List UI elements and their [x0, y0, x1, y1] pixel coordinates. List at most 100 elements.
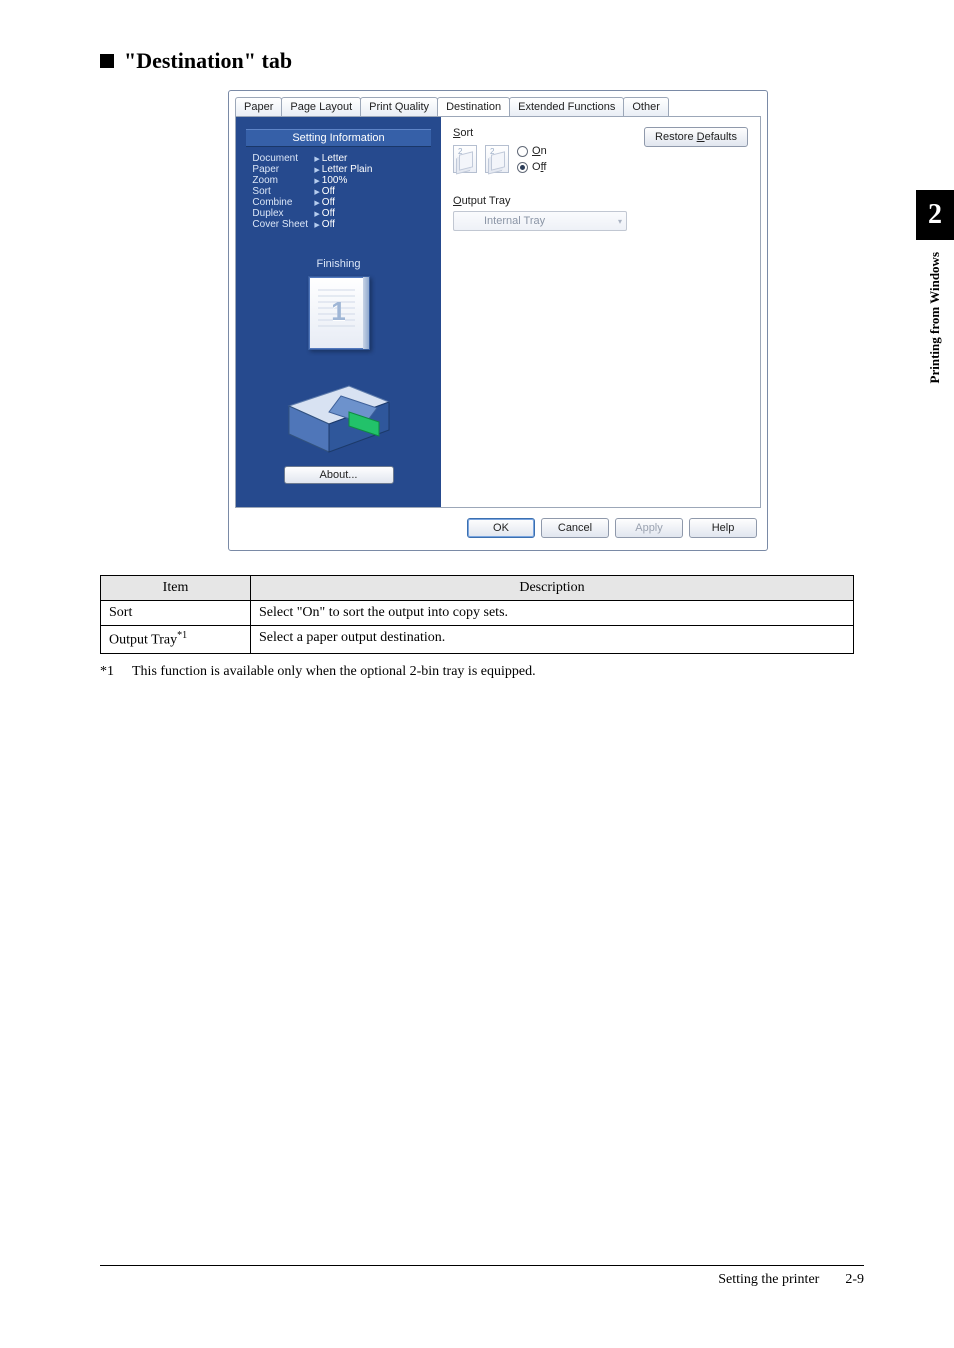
info-value: Letter: [314, 153, 424, 164]
info-key: Zoom: [252, 175, 314, 186]
tab-other[interactable]: Other: [623, 97, 669, 116]
button-label: Cancel: [558, 522, 592, 534]
cell-item: Sort: [101, 601, 251, 626]
about-button[interactable]: About...: [284, 466, 394, 484]
cell-item: Output Tray*1: [101, 626, 251, 654]
tab-label: Print Quality: [369, 101, 429, 113]
info-key: Sort: [252, 186, 314, 197]
heading-bullet-icon: [100, 54, 114, 68]
finishing-label: Finishing: [316, 258, 360, 270]
cell-text: Output Tray: [109, 633, 177, 648]
info-row: PaperLetter Plain: [252, 164, 424, 175]
destination-panel: Sort On: [441, 117, 760, 507]
col-item: Item: [101, 576, 251, 601]
ok-button[interactable]: OK: [467, 518, 535, 538]
info-value: Off: [314, 208, 424, 219]
info-row: Cover SheetOff: [252, 219, 424, 230]
sort-group-label: Sort: [453, 127, 547, 139]
cell-text: Sort: [109, 605, 132, 620]
sort-off-radio[interactable]: Off: [517, 161, 547, 173]
info-key: Document: [252, 153, 314, 164]
description-table: Item Description Sort Select "On" to sor…: [100, 575, 854, 654]
setting-info-grid: DocumentLetter PaperLetter Plain Zoom100…: [252, 153, 424, 230]
col-description: Description: [251, 576, 854, 601]
button-label: Help: [712, 522, 735, 534]
info-value: Off: [314, 197, 424, 208]
chapter-label: Printing from Windows: [916, 240, 954, 395]
dialog-tabstrip: Paper Page Layout Print Quality Destinat…: [229, 91, 767, 116]
info-row: DuplexOff: [252, 208, 424, 219]
info-value: Off: [314, 219, 424, 230]
chevron-down-icon: ▾: [618, 217, 622, 226]
table-row: Sort Select "On" to sort the output into…: [101, 601, 854, 626]
radio-icon: [517, 162, 528, 173]
sort-stack-icon: [485, 145, 509, 173]
label-rest: utput Tray: [462, 195, 511, 207]
info-row: CombineOff: [252, 197, 424, 208]
info-key: Combine: [252, 197, 314, 208]
sort-on-radio[interactable]: On: [517, 145, 547, 157]
sidebar-header: Setting Information: [246, 129, 431, 147]
cell-desc: Select "On" to sort the output into copy…: [251, 601, 854, 626]
chapter-side-tab: 2 Printing from Windows: [916, 190, 954, 450]
accel: D: [697, 131, 705, 143]
output-tray-label: Output Tray: [453, 195, 748, 207]
radio-label: Off: [532, 161, 546, 173]
accel: O: [453, 195, 462, 207]
tab-label: Page Layout: [290, 101, 352, 113]
footnote-text: This function is available only when the…: [132, 664, 536, 680]
footnote-mark: *1: [100, 664, 114, 680]
page-preview-icon: 1: [308, 276, 370, 350]
tab-label: Paper: [244, 101, 273, 113]
restore-label-pre: Restore: [655, 131, 697, 143]
info-key: Paper: [252, 164, 314, 175]
info-value: Off: [314, 186, 424, 197]
tab-page-layout[interactable]: Page Layout: [281, 97, 361, 116]
chapter-number: 2: [916, 190, 954, 240]
footer-section: Setting the printer: [718, 1272, 819, 1288]
accel: O: [532, 145, 541, 157]
section-heading-text: "Destination" tab: [124, 48, 292, 73]
page-footer: Setting the printer 2-9: [100, 1265, 864, 1288]
about-button-label: About...: [320, 469, 358, 481]
select-value: Internal Tray: [484, 215, 545, 227]
preview-number: 1: [331, 296, 345, 327]
cell-desc: Select a paper output destination.: [251, 626, 854, 654]
info-value: Letter Plain: [314, 164, 424, 175]
info-key: Duplex: [252, 208, 314, 219]
printer-preview-icon: [279, 366, 399, 456]
info-value: 100%: [314, 175, 424, 186]
button-label: Apply: [635, 522, 663, 534]
label-rest: ort: [460, 127, 473, 139]
label-rest: n: [541, 145, 547, 157]
restore-label-rest: efaults: [705, 131, 737, 143]
output-tray-select[interactable]: Internal Tray ▾: [453, 211, 627, 231]
info-row: Zoom100%: [252, 175, 424, 186]
table-header-row: Item Description: [101, 576, 854, 601]
restore-defaults-button[interactable]: Restore Defaults: [644, 127, 748, 147]
apply-button[interactable]: Apply: [615, 518, 683, 538]
tab-print-quality[interactable]: Print Quality: [360, 97, 438, 116]
help-button[interactable]: Help: [689, 518, 757, 538]
button-label: OK: [493, 522, 509, 534]
footer-page: 2-9: [845, 1272, 864, 1288]
info-row: DocumentLetter: [252, 153, 424, 164]
info-row: SortOff: [252, 186, 424, 197]
tab-destination[interactable]: Destination: [437, 97, 510, 116]
table-row: Output Tray*1 Select a paper output dest…: [101, 626, 854, 654]
printer-properties-dialog: Paper Page Layout Print Quality Destinat…: [228, 90, 768, 551]
tab-label: Destination: [446, 101, 501, 113]
tab-label: Other: [632, 101, 660, 113]
settings-sidebar: Setting Information DocumentLetter Paper…: [236, 117, 441, 507]
sort-stack-icon: [453, 145, 477, 173]
tab-paper[interactable]: Paper: [235, 97, 282, 116]
tab-extended-functions[interactable]: Extended Functions: [509, 97, 624, 116]
cell-sup: *1: [177, 630, 187, 641]
radio-icon: [517, 146, 528, 157]
dialog-footer: OK Cancel Apply Help: [229, 508, 767, 550]
section-heading: "Destination" tab: [100, 48, 854, 74]
info-key: Cover Sheet: [252, 219, 314, 230]
accel: f: [541, 161, 544, 173]
radio-label: On: [532, 145, 547, 157]
cancel-button[interactable]: Cancel: [541, 518, 609, 538]
